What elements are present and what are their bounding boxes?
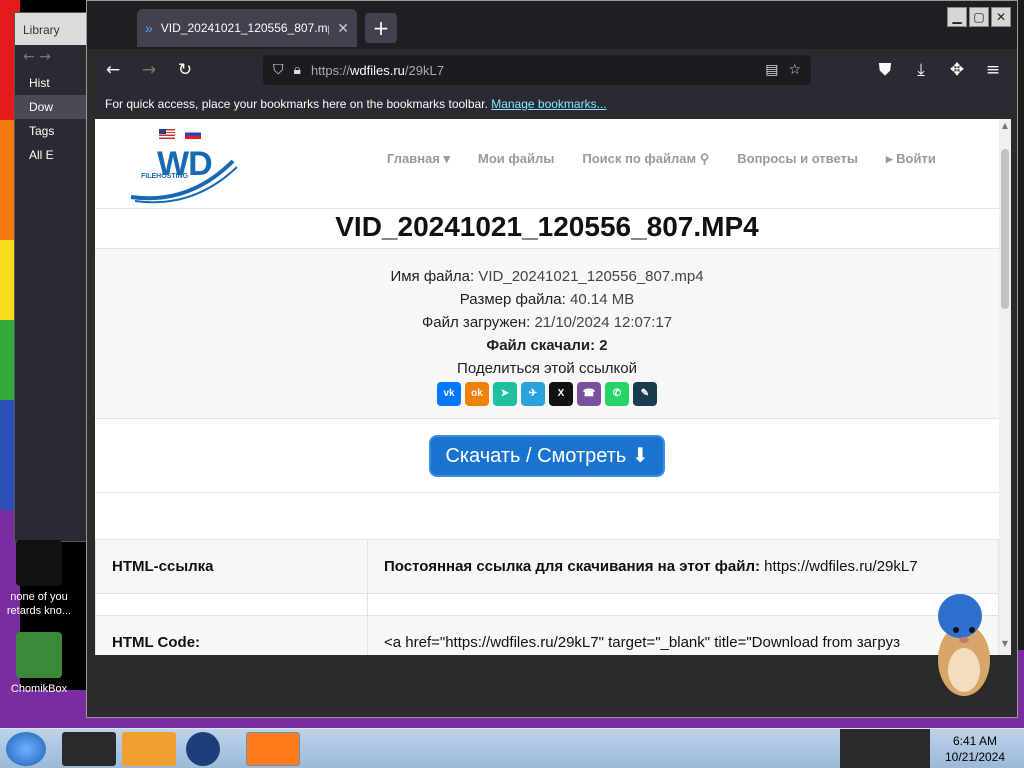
hamster-sticker bbox=[938, 594, 990, 696]
x-icon[interactable]: X bbox=[549, 382, 573, 406]
library-item-all-bookmarks[interactable]: All E bbox=[15, 143, 93, 167]
site-favicon-icon: » bbox=[145, 20, 153, 36]
nav-toolbar: ← → ↻ ⛉ 🔒︎ https://wdfiles.ru/29kL7 ▤ ☆ … bbox=[95, 51, 1011, 89]
bookmarks-hint: For quick access, place your bookmarks h… bbox=[105, 97, 488, 111]
minimize-button[interactable]: ▁ bbox=[947, 7, 967, 27]
file-uploaded-row: Файл загружен: 21/10/2024 12:07:17 bbox=[421, 314, 673, 331]
desktop-icon-chomikbox[interactable]: ChomikBox bbox=[1, 632, 77, 696]
start-button[interactable] bbox=[6, 732, 46, 766]
close-tab-icon[interactable]: ✕ bbox=[337, 20, 349, 37]
pocket-icon[interactable]: ⛊ bbox=[867, 60, 903, 80]
nav-login[interactable]: ▸ Войти bbox=[886, 151, 936, 167]
tab-bar: » VID_20241021_120556_807.mp4 ✕ + ▁ ▢ ✕ bbox=[87, 1, 1017, 49]
bookmarks-toolbar: For quick access, place your bookmarks h… bbox=[95, 89, 1011, 119]
links-table: HTML-ссылка Постоянная ссылка для скачив… bbox=[95, 539, 999, 655]
logo-subtext: FILEHOSTING bbox=[141, 173, 189, 180]
maximize-button[interactable]: ▢ bbox=[969, 7, 989, 27]
menu-icon[interactable]: ≡ bbox=[975, 60, 1011, 80]
file-info-panel: Имя файла: VID_20241021_120556_807.mp4 Р… bbox=[95, 249, 999, 419]
file-icon bbox=[16, 540, 62, 586]
lock-icon[interactable]: 🔒︎ bbox=[294, 62, 301, 78]
sharer-icon[interactable]: ➤ bbox=[493, 382, 517, 406]
search-icon: ⚲ bbox=[699, 151, 710, 166]
nav-search[interactable]: Поиск по файлам ⚲ bbox=[582, 151, 709, 167]
reload-button[interactable]: ↻ bbox=[167, 60, 203, 80]
window-controls: ▁ ▢ ✕ bbox=[947, 7, 1011, 27]
tab-active[interactable]: » VID_20241021_120556_807.mp4 ✕ bbox=[137, 9, 357, 47]
site-logo[interactable]: WD FILEHOSTING bbox=[129, 143, 239, 205]
reader-view-icon[interactable]: ▤ bbox=[765, 62, 778, 78]
taskbar-app-terminal-icon[interactable] bbox=[62, 732, 116, 766]
download-area: Скачать / Смотреть ⬇ bbox=[95, 419, 999, 493]
download-button[interactable]: Скачать / Смотреть ⬇ bbox=[429, 435, 665, 477]
site-nav: Главная ▾ Мои файлы Поиск по файлам ⚲ Во… bbox=[387, 151, 936, 167]
browser-window[interactable]: » VID_20241021_120556_807.mp4 ✕ + ▁ ▢ ✕ … bbox=[86, 0, 1018, 718]
address-bar[interactable]: ⛉ 🔒︎ https://wdfiles.ru/29kL7 ▤ ☆ bbox=[263, 55, 811, 85]
scroll-thumb[interactable] bbox=[1001, 149, 1009, 309]
language-flags bbox=[159, 129, 201, 139]
vk-icon[interactable]: vk bbox=[437, 382, 461, 406]
nav-my-files[interactable]: Мои файлы bbox=[478, 151, 554, 167]
manage-bookmarks-link[interactable]: Manage bookmarks... bbox=[491, 97, 606, 111]
taskbar-app-firefox-icon[interactable] bbox=[246, 732, 300, 766]
page-scrollbar[interactable]: ▲ ▼ bbox=[999, 119, 1011, 655]
table-row: HTML-ссылка Постоянная ссылка для скачив… bbox=[95, 539, 999, 594]
desktop-icon-label: ChomikBox bbox=[10, 683, 68, 695]
extensions-icon[interactable]: ✥ bbox=[939, 60, 975, 80]
downloads-icon[interactable]: ⤓ bbox=[903, 60, 939, 80]
tracking-shield-icon[interactable]: ⛉ bbox=[273, 62, 284, 78]
file-size-row: Размер файла: 40.14 MB bbox=[459, 291, 635, 308]
nav-faq[interactable]: Вопросы и ответы bbox=[737, 151, 858, 167]
taskbar-app-globe-icon[interactable] bbox=[186, 732, 220, 766]
close-window-button[interactable]: ✕ bbox=[991, 7, 1011, 27]
library-item-tags[interactable]: Tags bbox=[15, 119, 93, 143]
clock-time: 6:41 AM bbox=[952, 734, 998, 748]
new-tab-button[interactable]: + bbox=[365, 13, 397, 43]
file-downloads-row: Файл скачали: 2 bbox=[486, 337, 608, 354]
bookmark-star-icon[interactable]: ☆ bbox=[788, 62, 801, 78]
share-icons: vk ok ➤ ✈ X ☎ ✆ ✎ bbox=[95, 382, 999, 406]
file-title: VID_20241021_120556_807.MP4 bbox=[95, 209, 999, 249]
taskbar-clock[interactable]: 6:41 AM 10/21/2024 bbox=[930, 733, 1020, 765]
desktop-icon-label: none of you retards kno... bbox=[6, 591, 72, 617]
desktop-icon-file[interactable]: none of you retards kno... bbox=[1, 540, 77, 618]
livejournal-icon[interactable]: ✎ bbox=[633, 382, 657, 406]
table-row: HTML Code: <a href="https://wdfiles.ru/2… bbox=[95, 615, 999, 655]
nav-home[interactable]: Главная ▾ bbox=[387, 151, 450, 167]
system-tray[interactable] bbox=[840, 729, 930, 768]
url-text[interactable]: https://wdfiles.ru/29kL7 bbox=[311, 63, 755, 78]
file-name-row: Имя файла: VID_20241021_120556_807.mp4 bbox=[390, 268, 704, 285]
toolbar-right: ⛊ ⤓ ✥ ≡ bbox=[867, 51, 1011, 89]
link-value[interactable]: Постоянная ссылка для скачивания на этот… bbox=[367, 539, 999, 594]
scroll-up-icon[interactable]: ▲ bbox=[999, 121, 1011, 135]
tab-title: VID_20241021_120556_807.mp4 bbox=[160, 21, 330, 35]
back-button[interactable]: ← bbox=[95, 60, 131, 80]
share-label: Поделиться этой ссылкой bbox=[457, 360, 637, 377]
scroll-down-icon[interactable]: ▼ bbox=[999, 639, 1011, 653]
html-code-value[interactable]: <a href="https://wdfiles.ru/29kL7" targe… bbox=[367, 615, 999, 655]
taskbar: 6:41 AM 10/21/2024 bbox=[0, 728, 1024, 768]
odnoklassniki-icon[interactable]: ok bbox=[465, 382, 489, 406]
site-header: WD FILEHOSTING Главная ▾ Мои файлы Поиск… bbox=[95, 119, 999, 209]
clock-date: 10/21/2024 bbox=[944, 750, 1006, 764]
taskbar-app-media-player-icon[interactable] bbox=[122, 732, 176, 766]
telegram-icon[interactable]: ✈ bbox=[521, 382, 545, 406]
whatsapp-icon[interactable]: ✆ bbox=[605, 382, 629, 406]
russian-flag-icon[interactable] bbox=[185, 129, 201, 139]
library-nav-arrows[interactable]: ← → bbox=[15, 45, 93, 71]
library-item-downloads[interactable]: Dow bbox=[15, 95, 93, 119]
link-label: HTML-ссылка bbox=[95, 539, 368, 594]
link-label: HTML Code: bbox=[95, 615, 368, 655]
library-window[interactable]: Library ← → Hist Dow Tags All E bbox=[14, 12, 94, 542]
viber-icon[interactable]: ☎ bbox=[577, 382, 601, 406]
english-flag-icon[interactable] bbox=[159, 129, 175, 139]
page-viewport[interactable]: WD FILEHOSTING Главная ▾ Мои файлы Поиск… bbox=[95, 119, 999, 655]
chomikbox-icon bbox=[16, 632, 62, 678]
library-item-history[interactable]: Hist bbox=[15, 71, 93, 95]
forward-button[interactable]: → bbox=[131, 60, 167, 80]
library-title: Library bbox=[15, 13, 93, 45]
